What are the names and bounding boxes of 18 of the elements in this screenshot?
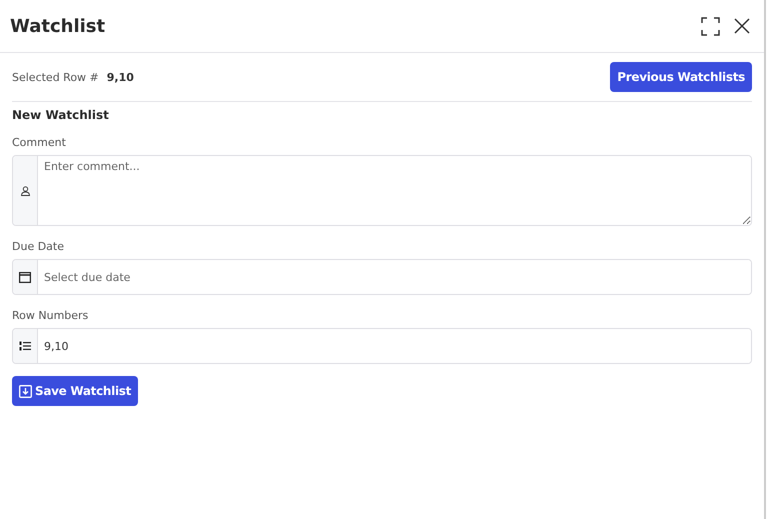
comment-field[interactable]: Enter comment... xyxy=(12,155,752,226)
maximize-icon[interactable] xyxy=(701,16,720,36)
save-watchlist-button[interactable]: Save Watchlist xyxy=(12,376,138,406)
input-field[interactable]: 9,10 xyxy=(12,328,752,364)
save-icon xyxy=(19,384,32,398)
section-title: New Watchlist xyxy=(12,108,110,122)
selected-row-label: Selected Row # xyxy=(12,70,99,84)
previous-watchlists-button[interactable]: Previous Watchlists xyxy=(610,62,752,92)
numbered-list-icon xyxy=(19,341,31,351)
field-label: Row Numbers xyxy=(12,309,90,322)
calendar-icon xyxy=(19,272,31,282)
person-icon xyxy=(20,186,30,196)
field-label: Due Date xyxy=(12,240,65,253)
input-field[interactable]: Select due date xyxy=(12,259,752,295)
selected-row-value: 9,10 xyxy=(106,70,135,84)
window-title: Watchlist xyxy=(10,16,106,36)
close-icon[interactable] xyxy=(734,18,750,34)
field-label: Comment xyxy=(12,136,67,149)
